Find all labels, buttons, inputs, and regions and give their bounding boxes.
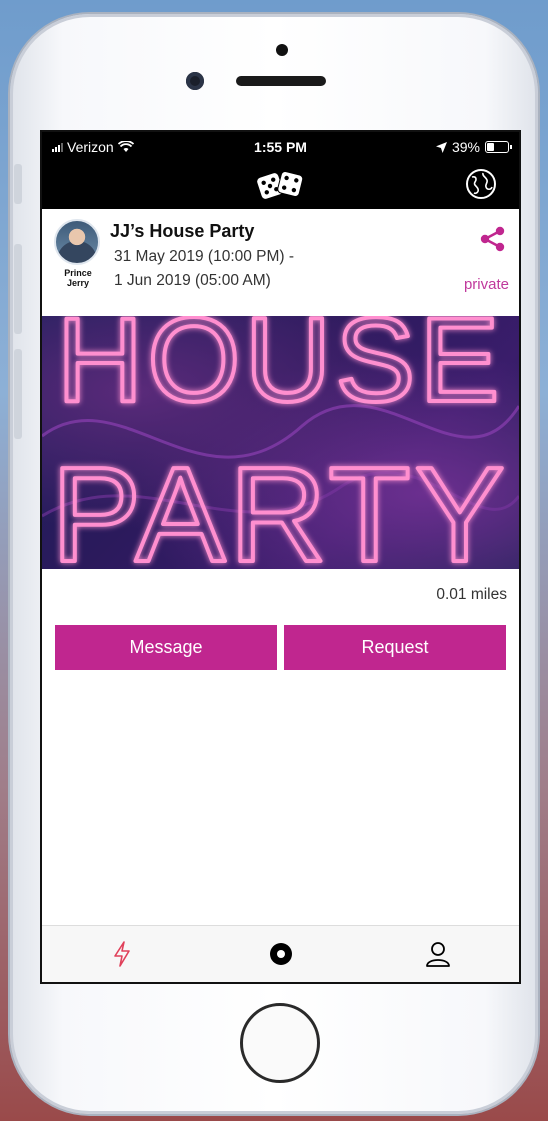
globe-icon[interactable] [465,168,497,200]
nav-bar [42,162,519,209]
neon-sign-image: HOUSE PARTY [42,316,519,569]
battery-icon [485,141,512,153]
neon-word-1: HOUSE [57,316,504,427]
host-name[interactable]: Prince Jerry [52,268,104,288]
location-arrow-icon [435,141,447,153]
volume-up-button [14,244,22,334]
tab-bar [42,925,519,982]
message-button[interactable]: Message [55,625,277,670]
record-icon[interactable] [268,940,294,968]
mute-switch [14,164,22,204]
status-right: 39% [435,139,512,155]
battery-percent: 39% [451,139,480,155]
dice-icon[interactable] [256,168,306,202]
front-camera [186,72,204,90]
host-avatar[interactable] [54,219,100,265]
neon-word-2: PARTY [51,439,509,569]
request-button[interactable]: Request [284,625,506,670]
status-bar: Verizon 1:55 PM 39% [42,132,519,162]
bolt-icon[interactable] [110,940,134,968]
event-start-date: 31 May 2019 (10:00 PM) - [114,248,295,265]
event-title: JJ’s House Party [110,221,255,241]
app-screen: Verizon 1:55 PM 39% Prince Jerry JJ’s Ho… [40,130,521,984]
proximity-sensor [276,44,288,56]
privacy-label: private [463,276,509,293]
home-button[interactable] [240,1003,320,1083]
event-image[interactable]: HOUSE PARTY [42,316,519,569]
event-end-date: 1 Jun 2019 (05:00 AM) [114,272,271,289]
event-header: Prince Jerry JJ’s House Party 31 May 201… [42,209,519,316]
distance-label: 0.01 miles [436,586,507,603]
earpiece-speaker [236,76,326,86]
event-dates: 31 May 2019 (10:00 PM) - 1 Jun 2019 (05:… [114,245,294,293]
profile-icon[interactable] [424,940,452,968]
share-icon[interactable] [479,225,507,253]
volume-down-button [14,349,22,439]
